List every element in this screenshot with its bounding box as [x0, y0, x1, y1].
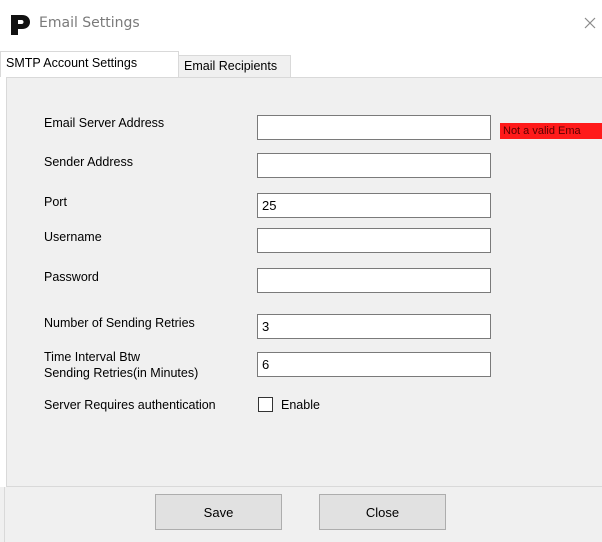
password-label: Password — [44, 270, 99, 284]
username-label: Username — [44, 230, 102, 244]
tab-strip: SMTP Account Settings Email Recipients — [0, 48, 602, 78]
time-interval-label-line2: Sending Retries(in Minutes) — [44, 366, 199, 380]
window-title: Email Settings — [39, 15, 140, 31]
time-interval-label-line1: Time Interval Btw — [44, 350, 141, 364]
validation-error-message: Not a valid Ema — [500, 123, 602, 139]
sender-address-field[interactable] — [257, 153, 491, 178]
close-button[interactable]: Close — [319, 494, 446, 530]
username-field[interactable] — [257, 228, 491, 253]
port-label: Port — [44, 195, 67, 209]
port-field[interactable] — [257, 193, 491, 218]
title-bar: Email Settings — [0, 0, 602, 48]
sending-retries-label: Number of Sending Retries — [44, 316, 195, 330]
sending-retries-field[interactable] — [257, 314, 491, 339]
dialog-footer — [0, 487, 602, 542]
time-interval-field[interactable] — [257, 352, 491, 377]
app-logo-icon — [11, 15, 30, 35]
server-auth-label: Server Requires authentication — [44, 398, 216, 412]
window-edge — [4, 487, 5, 542]
sender-address-label: Sender Address — [44, 155, 133, 169]
email-server-address-label: Email Server Address — [44, 116, 165, 130]
enable-auth-checkbox[interactable] — [258, 397, 273, 412]
password-field[interactable] — [257, 268, 491, 293]
tab-smtp-account-settings[interactable]: SMTP Account Settings — [0, 51, 179, 77]
email-server-address-field[interactable] — [257, 115, 491, 140]
enable-checkbox-label[interactable]: Enable — [281, 398, 320, 412]
save-button[interactable]: Save — [155, 494, 282, 530]
close-icon[interactable] — [580, 13, 600, 33]
tab-email-recipients[interactable]: Email Recipients — [178, 55, 291, 77]
